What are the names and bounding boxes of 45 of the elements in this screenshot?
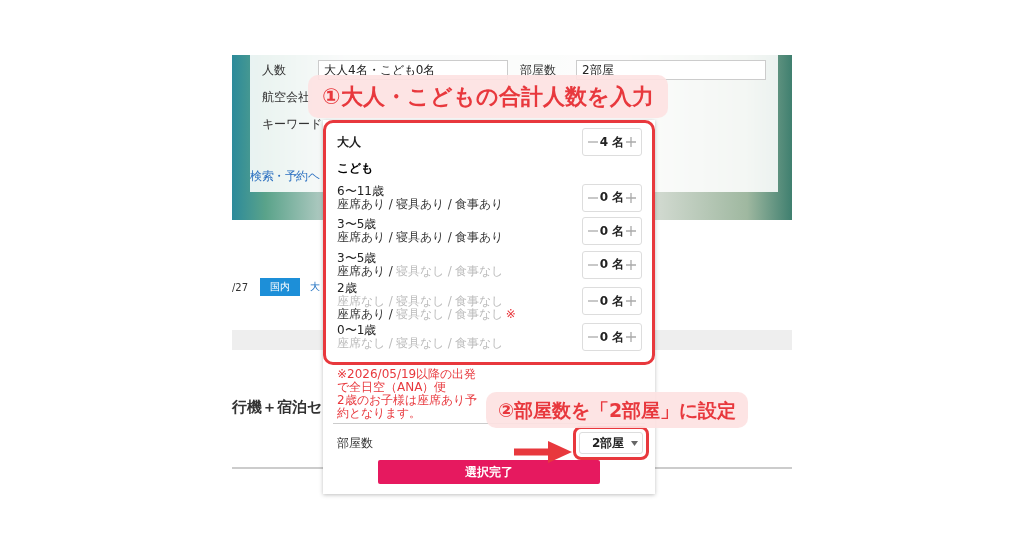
note-text: ※2026/05/19以降の出発で全日空（ANA）便	[337, 368, 478, 394]
guest-heading: こども	[337, 160, 374, 177]
guest-count: 0 名	[599, 189, 625, 207]
age-label: 3〜5歳	[337, 218, 378, 232]
callout-label: ①大人・こどもの合計人数を入力	[308, 75, 668, 118]
date-text: /27	[232, 281, 250, 293]
guest-count: 0 名	[599, 328, 625, 346]
option-text: 座席あり /	[337, 306, 393, 321]
rooms-select[interactable]: 2部屋	[579, 432, 643, 454]
guest-count: 0 名	[599, 222, 625, 240]
note-text: 2歳のお子様は座席あり予約となります。	[337, 394, 478, 420]
caret-icon	[631, 440, 638, 446]
age-label: 2歳	[337, 281, 357, 295]
option-text: 座席あり /	[337, 263, 393, 278]
plus-icon[interactable]	[625, 295, 637, 307]
plus-icon[interactable]	[625, 331, 637, 344]
confirm-button[interactable]: 選択完了	[378, 460, 600, 484]
guest-count: 0 名	[599, 292, 625, 310]
region-tag: 国内	[260, 278, 300, 296]
option-text: 食事あり	[454, 196, 503, 211]
field-label: 人数	[262, 61, 287, 79]
plus-icon[interactable]	[625, 225, 637, 238]
option-text: 座席あり /	[337, 196, 393, 211]
section-title: 行機＋宿泊セ	[232, 398, 322, 417]
age-label: 0〜1歳	[337, 324, 378, 338]
help-link[interactable]: 検索・予約ヘ	[250, 168, 319, 185]
input-field[interactable]: 2部屋	[576, 60, 766, 80]
plus-icon[interactable]	[625, 136, 637, 148]
option-text: 寝具あり /	[395, 196, 452, 211]
callout-label: ②部屋数を「2部屋」に設定	[486, 392, 749, 428]
option-text: 食事あり	[454, 230, 503, 245]
option-text: 座席あり /	[337, 230, 393, 245]
callout-arrow	[512, 440, 574, 464]
guest-count: 4 名	[599, 133, 625, 151]
guest-count: 0 名	[599, 256, 625, 274]
guest-label: 大人	[337, 135, 361, 149]
age-label: 3〜5歳	[337, 251, 378, 265]
plus-icon[interactable]	[625, 258, 637, 271]
age-label: 6〜11歳	[337, 184, 385, 198]
note-mark: ※	[505, 306, 516, 321]
rooms-label: 部屋数	[337, 434, 373, 452]
plan-link[interactable]: 大	[310, 280, 320, 294]
option-text: 寝具あり /	[395, 230, 452, 245]
field-label: 航空会社	[262, 88, 311, 106]
plus-icon[interactable]	[625, 191, 637, 204]
